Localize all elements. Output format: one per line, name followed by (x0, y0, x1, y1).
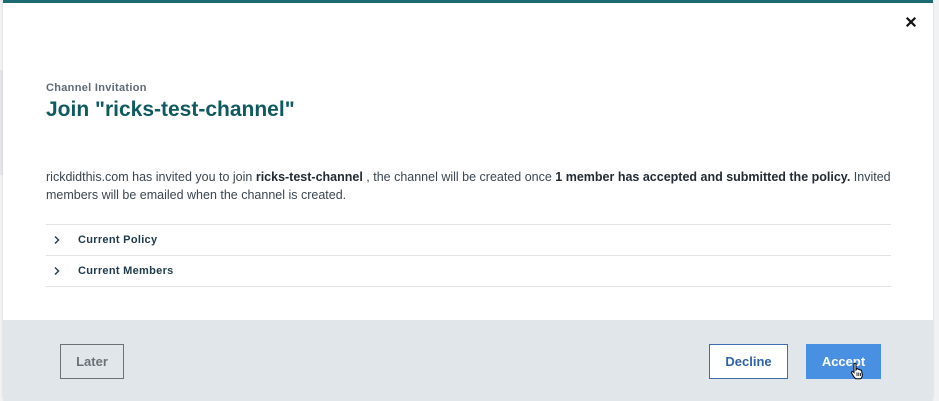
chevron-right-icon (52, 235, 62, 245)
close-icon (905, 16, 917, 28)
accordion-current-members[interactable]: Current Members (46, 256, 891, 287)
later-button[interactable]: Later (60, 344, 124, 379)
accordion-current-policy[interactable]: Current Policy (46, 225, 891, 256)
details-accordion: Current Policy Current Members (46, 224, 891, 287)
channel-name: ricks-test-channel (255, 170, 363, 184)
modal-title: Join "ricks-test-channel" (46, 98, 295, 121)
description-text-2: , the channel will be created once (362, 170, 556, 184)
accordion-label: Current Policy (78, 234, 158, 246)
modal-footer: Later Decline Accept (3, 320, 933, 401)
accept-button[interactable]: Accept (806, 344, 881, 379)
accordion-label: Current Members (78, 265, 174, 277)
close-button[interactable] (903, 14, 919, 30)
invitation-description: rickdidthis.com has invited you to join … (46, 168, 891, 204)
acceptance-condition: 1 member has accepted and submitted the … (555, 170, 851, 184)
channel-invitation-modal: Channel Invitation Join "ricks-test-chan… (3, 0, 933, 401)
description-text-1: rickdidthis.com has invited you to join (46, 170, 256, 184)
chevron-right-icon (52, 266, 62, 276)
decline-button[interactable]: Decline (709, 344, 788, 379)
modal-eyebrow: Channel Invitation (46, 82, 147, 94)
